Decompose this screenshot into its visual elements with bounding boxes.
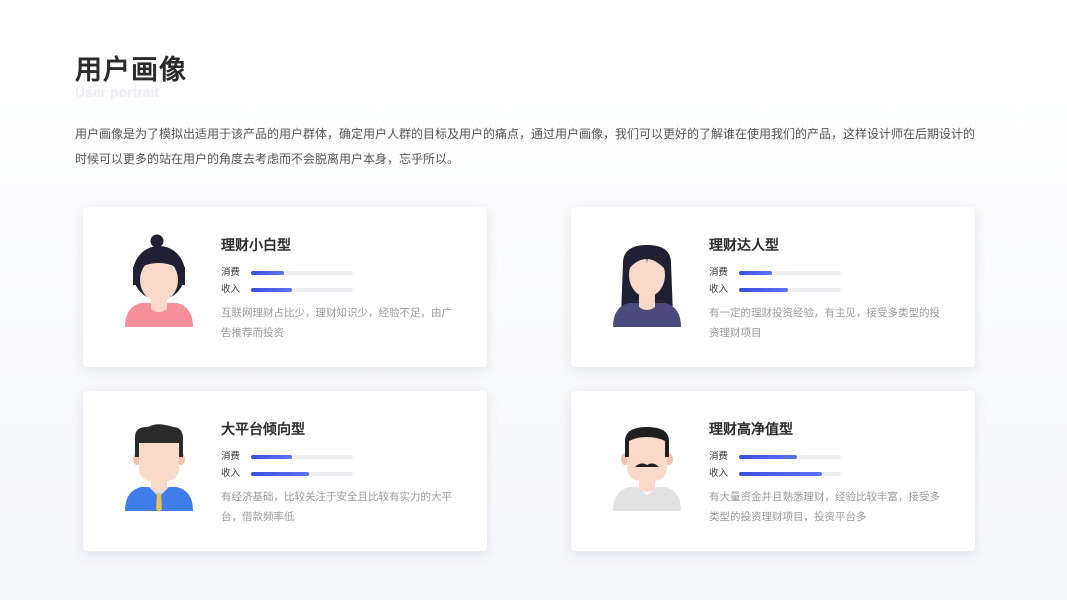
page-subtitle: User portrait — [75, 84, 160, 100]
female-long-hair-avatar-icon — [609, 233, 685, 329]
consume-track — [739, 455, 841, 459]
persona-description: 有大量资金并且熟悉理财，经验比较丰富，接受多类型的投资理财项目，投资平台多 — [709, 491, 940, 523]
page-description: 用户画像是为了模拟出适用于该产品的用户群体，确定用户人群的目标及用户的痛点，通过… — [75, 127, 976, 166]
income-bar — [739, 472, 822, 476]
page-title: 用户画像 — [75, 55, 187, 86]
persona-name: 理财达人型 — [709, 238, 779, 254]
consume-track — [251, 455, 353, 459]
consume-metric: 消费 — [221, 450, 361, 464]
consume-metric: 消费 — [709, 450, 849, 464]
income-label: 收入 — [221, 284, 241, 295]
persona-name: 理财小白型 — [221, 238, 291, 254]
income-track — [251, 288, 353, 292]
consume-bar — [739, 455, 798, 459]
male-mustache-avatar-icon — [609, 417, 685, 513]
male-blue-shirt-avatar-icon — [121, 417, 197, 513]
persona-name: 理财高净值型 — [709, 422, 793, 438]
income-track — [251, 472, 353, 476]
income-bar — [251, 472, 310, 476]
consume-bar — [251, 271, 284, 275]
consume-label: 消费 — [221, 451, 241, 462]
persona-name: 大平台倾向型 — [221, 422, 305, 438]
persona-description: 有一定的理财投资经验，有主见，接受多类型的投资理财项目 — [709, 307, 940, 339]
consume-bar — [739, 271, 772, 275]
persona-description: 互联网理财占比少，理财知识少，经验不足，由广告推荐而投资 — [221, 307, 452, 339]
consume-label: 消费 — [709, 267, 729, 278]
income-metric: 收入 — [221, 467, 361, 481]
consume-track — [739, 271, 841, 275]
consume-track — [251, 271, 353, 275]
income-metric: 收入 — [709, 467, 849, 481]
income-label: 收入 — [221, 468, 241, 479]
consume-metric: 消费 — [709, 266, 849, 280]
income-label: 收入 — [709, 468, 729, 479]
income-label: 收入 — [709, 284, 729, 295]
income-metric: 收入 — [709, 283, 849, 297]
persona-card-novice[interactable]: 理财小白型 消费 收入 互联网理财占比少，理财知识少，经验不足，由广告推荐而投资 — [83, 207, 487, 367]
income-track — [739, 288, 841, 292]
income-track — [739, 472, 841, 476]
income-bar — [739, 288, 788, 292]
consume-label: 消费 — [221, 267, 241, 278]
female-bun-hair-avatar-icon — [121, 233, 197, 329]
consume-label: 消费 — [709, 451, 729, 462]
consume-bar — [251, 455, 292, 459]
persona-card-high-net-worth[interactable]: 理财高净值型 消费 收入 有大量资金并且熟悉理财，经验比较丰富，接受多类型的投资… — [571, 391, 975, 551]
income-bar — [251, 288, 292, 292]
consume-metric: 消费 — [221, 266, 361, 280]
income-metric: 收入 — [221, 283, 361, 297]
persona-description: 有经济基础，比较关注于安全且比较有实力的大平台，借款频率低 — [221, 491, 452, 523]
persona-card-expert[interactable]: 理财达人型 消费 收入 有一定的理财投资经验，有主见，接受多类型的投资理财项目 — [571, 207, 975, 367]
persona-card-platform[interactable]: 大平台倾向型 消费 收入 有经济基础，比较关注于安全且比较有实力的大平台，借款频… — [83, 391, 487, 551]
